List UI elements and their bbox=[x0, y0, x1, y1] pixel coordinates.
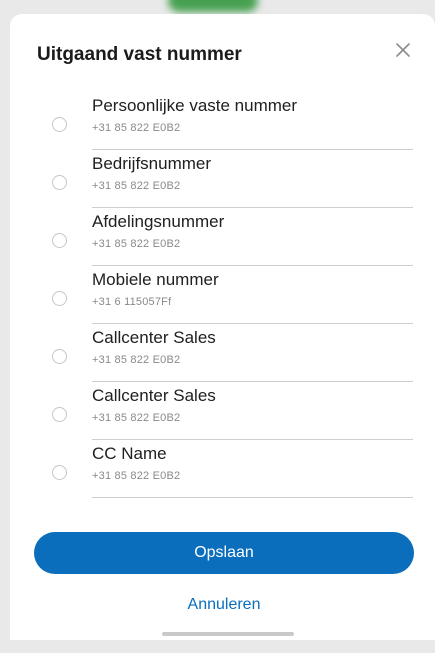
option-label: Mobiele nummer bbox=[92, 270, 219, 289]
option-bedrijfsnummer[interactable]: Bedrijfsnummer +31 85 822 E0B2 bbox=[10, 150, 435, 208]
option-number: +31 85 822 E0B2 bbox=[92, 354, 181, 366]
option-label: Callcenter Sales bbox=[92, 328, 216, 347]
save-button[interactable]: Opslaan bbox=[34, 532, 414, 574]
close-icon bbox=[396, 43, 410, 57]
cancel-button[interactable]: Annuleren bbox=[34, 592, 414, 618]
radio-button[interactable] bbox=[52, 175, 67, 190]
option-label: CC Name bbox=[92, 444, 167, 463]
radio-button[interactable] bbox=[52, 465, 67, 480]
radio-button[interactable] bbox=[52, 117, 67, 132]
option-number: +31 85 822 E0B2 bbox=[92, 470, 181, 482]
option-cc-name[interactable]: CC Name +31 85 822 E0B2 bbox=[10, 440, 435, 498]
option-label: Callcenter Sales bbox=[92, 386, 216, 405]
radio-button[interactable] bbox=[52, 407, 67, 422]
number-options-list: Persoonlijke vaste nummer +31 85 822 E0B… bbox=[10, 92, 435, 498]
outgoing-number-dialog: Uitgaand vast nummer Persoonlijke vaste … bbox=[10, 14, 435, 640]
option-afdelingsnummer[interactable]: Afdelingsnummer +31 85 822 E0B2 bbox=[10, 208, 435, 266]
option-number: +31 85 822 E0B2 bbox=[92, 412, 181, 424]
radio-button[interactable] bbox=[52, 233, 67, 248]
divider bbox=[92, 497, 413, 498]
option-label: Afdelingsnummer bbox=[92, 212, 225, 231]
background-decoration bbox=[168, 0, 258, 12]
close-button[interactable] bbox=[393, 40, 413, 60]
option-label: Persoonlijke vaste nummer bbox=[92, 96, 298, 115]
radio-button[interactable] bbox=[52, 291, 67, 306]
option-label: Bedrijfsnummer bbox=[92, 154, 212, 173]
option-mobiele-nummer[interactable]: Mobiele nummer +31 6 115057Ff bbox=[10, 266, 435, 324]
option-number: +31 85 822 E0B2 bbox=[92, 122, 181, 134]
option-number: +31 6 115057Ff bbox=[92, 296, 172, 308]
option-callcenter-sales-1[interactable]: Callcenter Sales +31 85 822 E0B2 bbox=[10, 324, 435, 382]
dialog-title: Uitgaand vast nummer bbox=[37, 44, 242, 65]
home-indicator bbox=[162, 632, 294, 636]
radio-button[interactable] bbox=[52, 349, 67, 364]
option-callcenter-sales-2[interactable]: Callcenter Sales +31 85 822 E0B2 bbox=[10, 382, 435, 440]
option-number: +31 85 822 E0B2 bbox=[92, 180, 181, 192]
option-number: +31 85 822 E0B2 bbox=[92, 238, 181, 250]
option-persoonlijke-vaste-nummer[interactable]: Persoonlijke vaste nummer +31 85 822 E0B… bbox=[10, 92, 435, 150]
